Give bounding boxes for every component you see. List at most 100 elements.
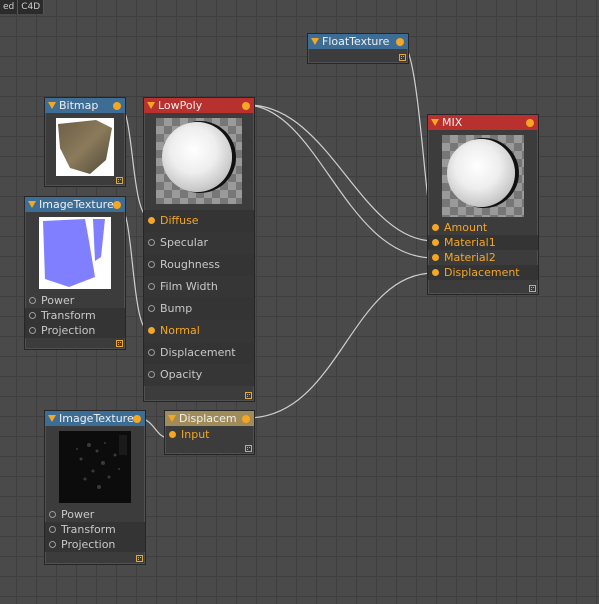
input-label: Power <box>61 508 95 521</box>
output-port[interactable] <box>133 415 141 423</box>
node-header[interactable]: LowPoly <box>144 98 254 113</box>
node-title: FloatTexture <box>322 35 390 48</box>
node-lowpoly-material[interactable]: LowPoly Diffuse Specular Roughness Film … <box>143 97 255 402</box>
input-label: Projection <box>61 538 116 551</box>
wire-lowpoly-to-material1 <box>247 104 435 242</box>
output-port[interactable] <box>242 102 250 110</box>
input-displacement[interactable]: Displacement <box>144 342 254 364</box>
input-power[interactable]: Power <box>45 507 145 522</box>
node-floattexture[interactable]: FloatTexture <box>307 33 409 64</box>
input-port[interactable] <box>49 526 56 533</box>
material-sphere <box>447 139 515 207</box>
input-transform[interactable]: Transform <box>25 308 125 323</box>
input-diffuse[interactable]: Diffuse <box>144 210 254 232</box>
node-imagetexture-displacement[interactable]: ImageTexture Power Transform Projection <box>44 410 146 565</box>
input-material2[interactable]: Material2 <box>428 250 538 265</box>
input-opacity[interactable]: Opacity <box>144 364 254 386</box>
collapse-triangle-icon[interactable] <box>48 102 56 109</box>
input-transform[interactable]: Transform <box>45 522 145 537</box>
output-port[interactable] <box>113 102 121 110</box>
resize-grip-icon[interactable] <box>116 177 123 184</box>
input-specular[interactable]: Specular <box>144 232 254 254</box>
input-label: Material2 <box>444 251 496 264</box>
node-title: ImageTexture <box>59 412 134 425</box>
node-editor-canvas[interactable]: ed C4D FloatTexture Bitmap ImageTexture … <box>0 0 599 604</box>
input-port[interactable] <box>49 541 56 548</box>
node-mix-material[interactable]: MIX Amount Material1 Material2 Displacem… <box>427 114 539 295</box>
displacement-map-preview <box>59 431 131 503</box>
input-label: Normal <box>160 324 200 337</box>
input-amount[interactable]: Amount <box>428 220 538 235</box>
resize-grip-icon[interactable] <box>136 555 143 562</box>
input-port[interactable] <box>29 297 36 304</box>
input-port[interactable] <box>148 217 155 224</box>
collapse-triangle-icon[interactable] <box>168 415 176 422</box>
material-preview <box>156 118 242 204</box>
input-label: Specular <box>160 236 209 249</box>
resize-grip-icon[interactable] <box>245 392 252 399</box>
input-port[interactable] <box>148 305 155 312</box>
input-port[interactable] <box>148 261 155 268</box>
output-port[interactable] <box>242 415 250 423</box>
input-displacement[interactable]: Displacement <box>428 265 538 280</box>
input-label: Displacement <box>444 266 520 279</box>
input-port[interactable] <box>29 312 36 319</box>
output-port[interactable] <box>396 38 404 46</box>
input-port[interactable] <box>432 254 439 261</box>
node-displacement[interactable]: Displacem Input <box>164 410 255 455</box>
input-port[interactable] <box>432 224 439 231</box>
input-power[interactable]: Power <box>25 293 125 308</box>
input-port[interactable] <box>29 327 36 334</box>
normal-map-preview <box>39 217 111 289</box>
resize-grip-icon[interactable] <box>245 445 252 452</box>
node-header[interactable]: Displacem <box>165 411 254 426</box>
input-film-width[interactable]: Film Width <box>144 276 254 298</box>
input-port[interactable] <box>148 283 155 290</box>
resize-grip-icon[interactable] <box>399 54 406 61</box>
input-input[interactable]: Input <box>165 427 254 442</box>
resize-grip-icon[interactable] <box>529 285 536 292</box>
tab-ed[interactable]: ed <box>0 0 19 14</box>
node-header[interactable]: ImageTexture <box>25 197 125 212</box>
output-port[interactable] <box>526 119 534 127</box>
output-port[interactable] <box>113 201 121 209</box>
input-port[interactable] <box>148 239 155 246</box>
input-port[interactable] <box>432 239 439 246</box>
input-port[interactable] <box>169 431 176 438</box>
input-port[interactable] <box>49 511 56 518</box>
node-title: MIX <box>442 116 463 129</box>
resize-grip-icon[interactable] <box>116 340 123 347</box>
collapse-triangle-icon[interactable] <box>147 102 155 109</box>
node-title: LowPoly <box>158 99 203 112</box>
input-projection[interactable]: Projection <box>45 537 145 552</box>
input-label: Power <box>41 294 75 307</box>
input-port[interactable] <box>148 327 155 334</box>
input-roughness[interactable]: Roughness <box>144 254 254 276</box>
collapse-triangle-icon[interactable] <box>311 38 319 45</box>
node-title: Displacem <box>179 412 237 425</box>
input-port[interactable] <box>148 371 155 378</box>
input-normal[interactable]: Normal <box>144 320 254 342</box>
node-imagetexture-normal[interactable]: ImageTexture Power Transform Projection <box>24 196 126 350</box>
input-label: Projection <box>41 324 96 337</box>
collapse-triangle-icon[interactable] <box>28 201 36 208</box>
editor-tabs: ed C4D <box>0 0 45 14</box>
input-bump[interactable]: Bump <box>144 298 254 320</box>
input-port[interactable] <box>148 349 155 356</box>
node-bitmap[interactable]: Bitmap <box>44 97 126 187</box>
wire-lowpoly-to-material2 <box>247 104 435 259</box>
input-label: Bump <box>160 302 193 315</box>
input-label: Transform <box>41 309 96 322</box>
collapse-triangle-icon[interactable] <box>48 415 56 422</box>
node-header[interactable]: Bitmap <box>45 98 125 113</box>
input-port[interactable] <box>432 269 439 276</box>
node-header[interactable]: FloatTexture <box>308 34 408 49</box>
tab-c4d[interactable]: C4D <box>18 0 45 14</box>
bitmap-preview <box>56 118 114 176</box>
input-projection[interactable]: Projection <box>25 323 125 338</box>
collapse-triangle-icon[interactable] <box>431 119 439 126</box>
node-header[interactable]: ImageTexture <box>45 411 145 426</box>
input-material1[interactable]: Material1 <box>428 235 538 250</box>
node-header[interactable]: MIX <box>428 115 538 130</box>
wire-displacement-to-mix <box>246 272 435 419</box>
